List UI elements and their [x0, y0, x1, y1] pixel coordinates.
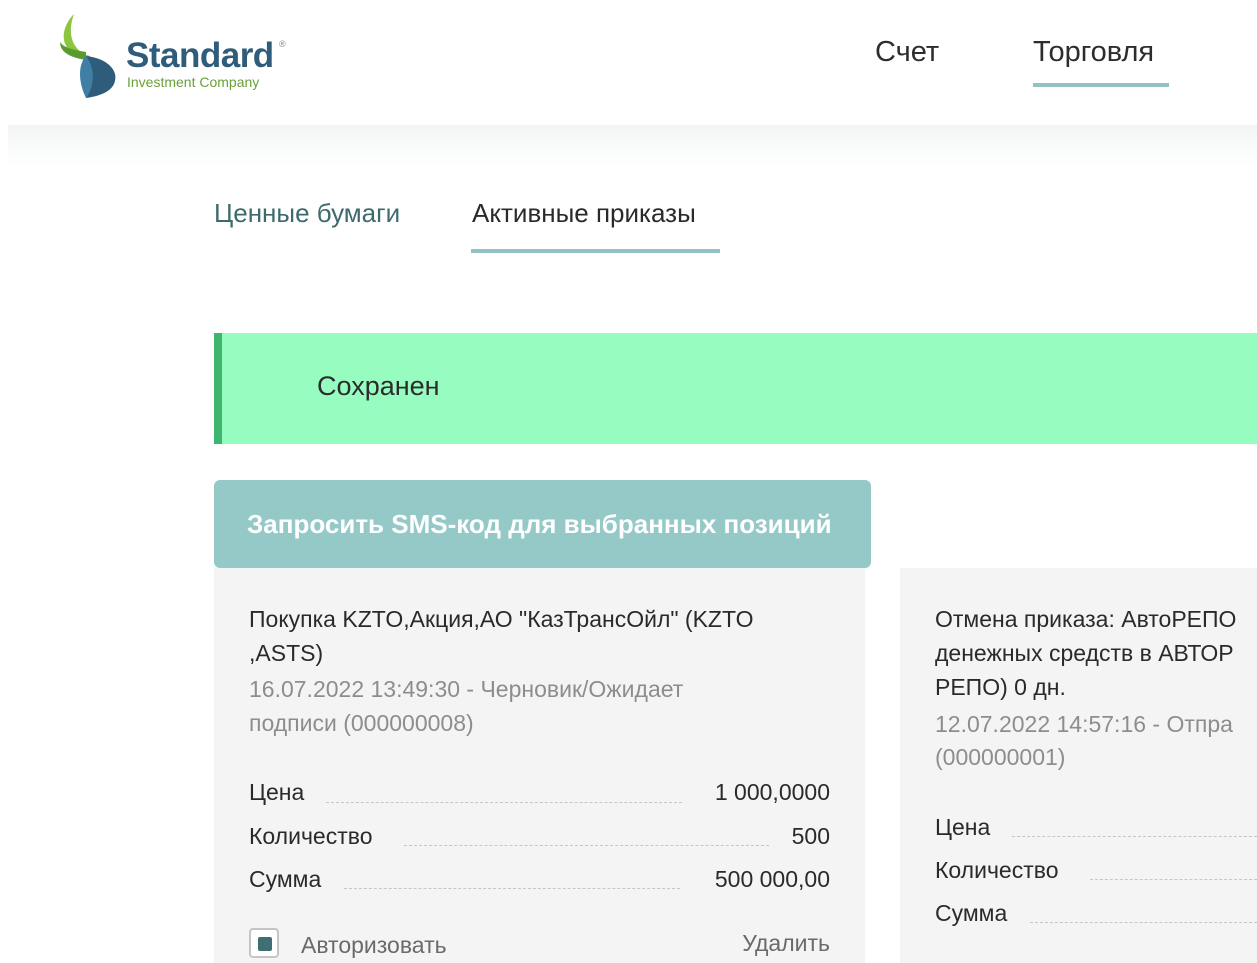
order-title-line: Покупка KZTO,Акция,АО "КазТрансОйл" (KZT… — [249, 606, 754, 632]
logo-registered-mark: ® — [279, 39, 286, 49]
order-status-line: 12.07.2022 14:57:16 - Отпра — [935, 711, 1233, 737]
request-sms-code-label: Запросить SMS-код для выбранных позиций — [247, 508, 832, 539]
tab-securities[interactable]: Ценные бумаги — [214, 198, 400, 229]
order-status-line: (000000001) — [935, 744, 1066, 770]
quantity-label: Количество — [935, 857, 1059, 883]
leader-dots — [404, 845, 769, 846]
leader-dots — [1012, 836, 1257, 837]
sum-label: Сумма — [935, 900, 1008, 926]
alert-message: Сохранен — [317, 371, 440, 401]
order-title-line: денежных средств в АВТОР — [935, 640, 1234, 666]
leader-dots — [1090, 879, 1257, 880]
order-title-line: РЕПО) 0 дн. — [935, 674, 1066, 700]
quantity-value: 500 — [791, 823, 830, 849]
quantity-label: Количество — [249, 823, 373, 849]
sum-value: 500 000,00 — [714, 866, 830, 892]
nav-trading[interactable]: Торговля — [1033, 36, 1154, 69]
order-card: Отмена приказа: АвтоРЕПО денежных средст… — [900, 568, 1257, 963]
logo-name: Standard — [126, 36, 274, 75]
standard-logo[interactable]: Standard ® Investment Company — [56, 12, 296, 102]
order-card: Покупка KZTO,Акция,АО "КазТрансОйл" (KZT… — [214, 568, 865, 963]
order-status-line: подписи (000000008) — [249, 710, 474, 736]
leader-dots — [344, 888, 680, 889]
logo-mark-icon — [60, 14, 116, 98]
authorize-checkbox[interactable] — [249, 928, 279, 958]
nav-active-indicator — [1033, 83, 1169, 87]
checkbox-check-mark — [258, 937, 272, 951]
price-label: Цена — [249, 779, 305, 805]
logo-subtitle: Investment Company — [127, 74, 260, 90]
leader-dots — [326, 802, 682, 803]
tab-active-orders[interactable]: Активные приказы — [472, 198, 696, 229]
nav-account[interactable]: Счет — [875, 36, 939, 69]
header-shadow — [8, 125, 1257, 165]
authorize-label[interactable]: Авторизовать — [301, 932, 447, 959]
order-status-line: 16.07.2022 13:49:30 - Черновик/Ожидает — [249, 676, 684, 702]
price-value: 1 000,0000 — [714, 779, 830, 805]
order-title-line: Отмена приказа: АвтоРЕПО — [935, 606, 1237, 632]
price-label: Цена — [935, 814, 991, 840]
tab-active-indicator — [471, 249, 720, 253]
order-title-line: ,ASTS) — [249, 640, 324, 666]
delete-order-link[interactable]: Удалить — [742, 930, 830, 957]
sum-label: Сумма — [249, 866, 322, 892]
leader-dots — [1030, 922, 1257, 923]
request-sms-code-button[interactable]: Запросить SMS-код для выбранных позиций — [214, 480, 871, 568]
app-header: Standard ® Investment Company Счет Торго… — [0, 0, 1257, 125]
success-alert: Сохранен — [214, 333, 1257, 444]
